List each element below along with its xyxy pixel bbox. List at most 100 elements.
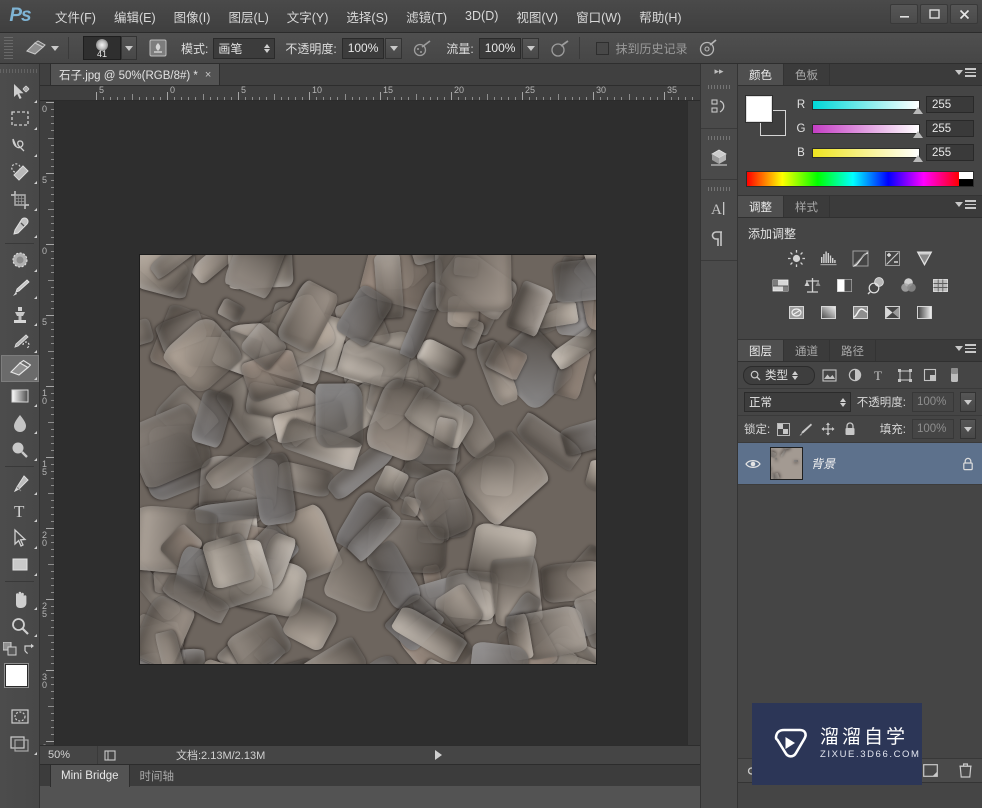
airbrush-toggle-icon[interactable] [410,37,436,60]
dodge-tool[interactable] [1,436,39,463]
type-tool[interactable]: T [1,497,39,524]
minimize-button[interactable] [890,4,918,24]
swap-colors-icon[interactable] [23,642,36,655]
exposure-icon[interactable] [881,248,903,268]
menu-3d[interactable]: 3D(D) [456,5,507,27]
invert-icon[interactable] [785,302,807,322]
clone-stamp-tool[interactable] [1,301,39,328]
slider-track-b[interactable] [812,147,923,162]
menu-help[interactable]: 帮助(H) [630,3,690,30]
slider-track-r[interactable] [812,99,923,114]
adjustments-panel-menu-icon[interactable] [955,200,976,209]
opacity-input[interactable]: 100% [341,37,385,59]
black-white-icon[interactable] [833,275,855,295]
channel-mixer-icon[interactable] [897,275,919,295]
slider-thumb-icon[interactable] [913,154,923,162]
maximize-button[interactable] [920,4,948,24]
gradient-tool[interactable] [1,382,39,409]
menu-file[interactable]: 文件(F) [46,3,105,30]
opacity-chevron-down-icon[interactable] [385,37,403,59]
menu-type[interactable]: 文字(Y) [278,3,338,30]
tab-色板[interactable]: 色板 [784,64,830,85]
screen-mode-toggle[interactable] [1,730,39,757]
menu-view[interactable]: 视图(V) [507,3,567,30]
tab-图层[interactable]: 图层 [738,340,784,361]
lock-position-icon[interactable] [820,421,835,437]
pen-tool[interactable] [1,470,39,497]
tool-preset-chevron-down-icon[interactable] [51,45,59,51]
dock-group-grip[interactable] [708,185,730,192]
tab-颜色[interactable]: 颜色 [738,64,784,85]
bottom-tab-时间轴[interactable]: 时间轴 [130,765,185,787]
tab-调整[interactable]: 调整 [738,196,784,217]
status-expand-icon[interactable] [435,750,442,760]
layer-name[interactable]: 背景 [811,455,954,472]
toggle-brush-panel-icon[interactable] [145,37,171,59]
color-lookup-icon[interactable] [929,275,951,295]
dock-expand-icon[interactable]: ▸▸ [701,64,737,78]
layer-item-background[interactable]: 背景 [738,443,982,485]
posterize-icon[interactable] [817,302,839,322]
slider-value-g[interactable]: 255 [926,120,974,137]
tools-panel-grip[interactable] [0,64,39,78]
zoom-tool[interactable] [1,612,39,639]
foreground-color-swatch[interactable] [5,664,28,687]
lasso-tool[interactable] [1,132,39,159]
layer-filter-type-select[interactable]: 类型 [743,365,815,385]
eyedropper-tool[interactable] [1,213,39,240]
slider-value-b[interactable]: 255 [926,144,974,161]
vertical-ruler[interactable]: 0505101520253035 [40,101,55,771]
filter-adjustment-icon[interactable] [844,365,865,385]
filter-smart-object-icon[interactable] [919,365,940,385]
document-sizes-icon[interactable] [98,749,124,762]
bottom-tab-mini-bridge[interactable]: Mini Bridge [50,764,130,787]
paragraph-icon[interactable] [704,225,734,253]
tab-路径[interactable]: 路径 [830,340,876,361]
menu-filter[interactable]: 滤镜(T) [397,3,456,30]
filter-toggle-icon[interactable] [944,365,965,385]
layer-opacity-input[interactable]: 100% [912,392,954,412]
healing-brush-tool[interactable] [1,247,39,274]
menu-image[interactable]: 图像(I) [165,3,220,30]
crop-tool[interactable] [1,186,39,213]
tab-通道[interactable]: 通道 [784,340,830,361]
eraser-tool[interactable] [1,355,39,382]
color-panel-swatches[interactable] [745,95,786,136]
options-bar-grip[interactable] [4,37,13,59]
layer-opacity-chevron-down-icon[interactable] [960,392,976,412]
threshold-icon[interactable] [849,302,871,322]
photo-filter-icon[interactable] [865,275,887,295]
hand-tool[interactable] [1,585,39,612]
levels-icon[interactable] [817,248,839,268]
tab-样式[interactable]: 样式 [784,196,830,217]
filter-type-icon[interactable]: T [869,365,890,385]
zoom-level-input[interactable]: 50% [40,745,98,765]
airbrush-mode-icon[interactable] [547,37,573,60]
path-selection-tool[interactable] [1,524,39,551]
brightness-contrast-icon[interactable] [785,248,807,268]
slider-thumb-icon[interactable] [913,106,923,114]
spectrum-white-black[interactable] [959,172,973,186]
image-canvas[interactable] [140,255,596,664]
gradient-map-icon[interactable] [913,302,935,322]
lock-all-icon[interactable] [842,421,857,437]
lock-transparency-icon[interactable] [776,421,791,437]
color-spectrum-ramp[interactable] [746,171,974,187]
flow-chevron-down-icon[interactable] [522,37,540,59]
delete-layer-icon[interactable] [956,762,974,780]
vibrance-icon[interactable] [913,248,935,268]
canvas-viewport[interactable] [55,101,700,771]
color-panel-foreground-swatch[interactable] [745,95,773,123]
layer-visibility-eye-icon[interactable] [744,458,762,470]
brush-tool[interactable] [1,274,39,301]
selective-color-icon[interactable] [881,302,903,322]
marquee-tool[interactable] [1,105,39,132]
move-tool[interactable] [1,78,39,105]
rectangle-tool[interactable] [1,551,39,578]
lock-image-icon[interactable] [798,421,813,437]
layer-fill-chevron-down-icon[interactable] [960,419,976,439]
menu-layer[interactable]: 图层(L) [219,3,277,30]
layer-blend-mode-select[interactable]: 正常 [744,392,851,412]
menu-window[interactable]: 窗口(W) [567,3,630,30]
menu-select[interactable]: 选择(S) [337,3,397,30]
